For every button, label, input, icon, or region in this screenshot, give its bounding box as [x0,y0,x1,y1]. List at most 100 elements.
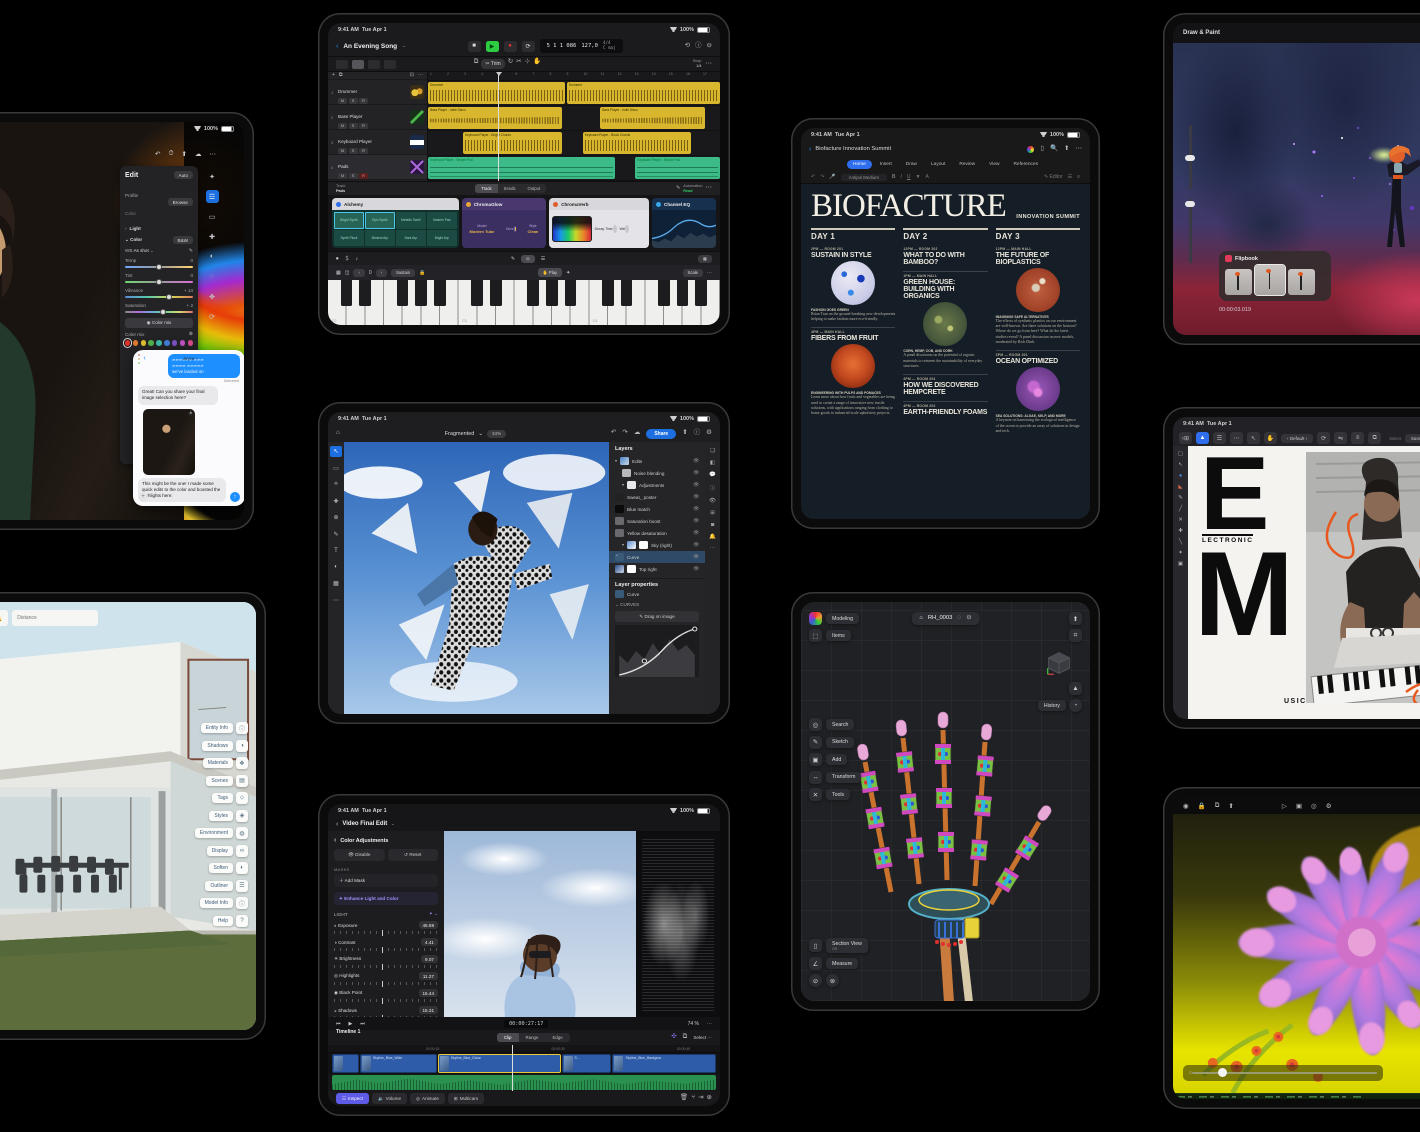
tags-icon[interactable]: ⬦ [236,792,248,804]
slider-value[interactable]: 45.59 [419,921,439,929]
camera-icon[interactable]: ◎ [1311,802,1317,810]
collapse-icon[interactable]: ⊡ [410,73,414,78]
type-tool[interactable]: T [330,545,342,556]
shadows-slider[interactable] [334,1016,438,1017]
visibility-icon[interactable]: 👁 [693,506,699,512]
record-enable-button[interactable]: R [359,98,368,105]
track-row-pads[interactable]: 4 Pads MSR [328,155,427,180]
section-view-icon[interactable]: ▯ [809,939,822,952]
contrast-slider[interactable] [334,948,438,951]
piano-keys[interactable]: C2 C3 C4 [328,280,720,325]
brush-tool[interactable]: ✎ [330,529,342,540]
add-button[interactable]: Add [826,754,847,765]
volume-button[interactable]: 🔉 Volume [372,1093,407,1104]
record-enable-button[interactable]: R [359,123,368,130]
share-button[interactable]: Share [646,429,676,439]
more-icon[interactable]: ⋯ [1230,432,1243,444]
cloud-icon[interactable]: ☁ [195,150,202,158]
tab-layout[interactable]: Layout [925,160,951,169]
ps-canvas[interactable] [344,442,609,714]
presets-icon[interactable]: ✦ [206,170,219,183]
font-color-icon[interactable]: A [926,174,929,180]
display-button[interactable]: Display [207,846,233,856]
menu-icon[interactable]: ☰ [1213,432,1226,444]
knobs-view-button[interactable]: ◎ [521,255,535,263]
visibility-icon[interactable]: 👁 [693,530,699,536]
layer-row[interactable]: Sweat_ poster👁 [609,491,705,503]
app-icon[interactable] [809,612,822,625]
back-chevron[interactable]: ‹ [809,146,811,153]
crop-tool[interactable]: ✕ [1178,517,1183,523]
song-title[interactable]: An Evening Song [343,43,397,50]
drag-on-image-button[interactable]: ✎ Drag on image [615,611,699,622]
record-enable-button[interactable]: R [359,148,368,155]
slider-knob[interactable] [1218,1068,1227,1077]
modeling-menu[interactable]: Modeling [826,613,859,624]
bold-button[interactable]: B [892,174,896,180]
bounce-icon[interactable]: ⊹ [525,59,530,69]
loop-icon[interactable]: ↻ [508,59,513,69]
solo-button[interactable]: S [349,173,358,180]
layer-row[interactable]: Yellow desaturation👁 [609,527,705,539]
units-icon[interactable]: ⌗ [1069,629,1082,642]
document-title[interactable]: Fragmented ⌄ 34% [445,430,506,438]
view-cube[interactable] [1046,650,1072,676]
editor-button[interactable]: ✎ Editor [1044,174,1063,180]
layer-row[interactable]: Noise blending👁 [609,467,705,479]
more-tools[interactable]: ⋯ [330,595,342,606]
lock-icon[interactable]: 🔒 [1198,802,1206,810]
wet-knob[interactable] [625,225,629,233]
soften-button[interactable]: Soften [209,863,233,873]
track-options-icon[interactable]: ⧉ [339,73,343,78]
line-tool[interactable]: ╱ [1179,506,1182,512]
share-icon[interactable]: ⬆ [182,150,187,158]
vector-brush-tool[interactable]: ◣ [1178,484,1182,490]
isolate-icon[interactable]: ⊘ [809,974,822,987]
add-attachment-button[interactable]: + [138,492,148,502]
video-clip[interactable]: Skyline_Blue_Wide [360,1054,437,1073]
tab-home[interactable]: Home [847,160,872,169]
versions-icon[interactable]: ⟳ [206,310,219,323]
mobile-view-icon[interactable]: ▯ [1040,146,1044,153]
minus-icon[interactable]: ⊖ [707,43,712,50]
history-icon[interactable]: ⏱ [168,150,173,158]
keyboard-view-button[interactable]: ▦ [698,255,712,263]
flipbook-frame-selected[interactable] [1255,265,1285,295]
add-icon[interactable]: ▣ [809,753,822,766]
window-controls[interactable] [138,354,140,364]
shape-tool[interactable]: ✚ [1178,528,1183,534]
visibility-icon[interactable]: 👁 [693,470,699,476]
slider-value[interactable]: 15.44 [419,989,439,997]
layer-row-selected[interactable]: ◔Curve👁 [609,551,705,563]
italic-button[interactable]: I [901,174,902,180]
node-tool-icon[interactable]: ✋ [1264,432,1277,444]
lock-icon[interactable]: 🔒 [419,270,425,276]
color-section[interactable]: ⌄ Color [125,237,142,243]
mute-button[interactable]: M [338,98,347,105]
gradient-tool[interactable]: ◐ [330,562,342,573]
chevron-down-icon[interactable]: ⌄ [391,822,394,826]
cloud-icon[interactable]: ☁ [634,430,641,437]
faders-icon[interactable]: ☰ [541,256,545,262]
back-chevron[interactable]: ‹ [336,43,338,50]
search-icon[interactable]: 🔍 [1050,146,1058,153]
dictate-icon[interactable]: 🎤 [829,174,835,180]
more-icon[interactable]: ⋯ [418,73,423,78]
measurement-input[interactable] [12,610,98,626]
inspect-button[interactable]: ☷ Inspect [336,1093,369,1104]
layer-row[interactable]: Top right👁 [609,563,705,575]
tab-references[interactable]: References [1007,160,1044,169]
keys-icon[interactable]: ▦ [336,270,341,276]
search-button[interactable]: Search [826,719,854,730]
trim-tool[interactable]: ✂ Trim [481,59,504,69]
solo-button[interactable]: S [349,123,358,130]
wb-control[interactable]: WB As shot ⌄ [125,248,154,254]
video-clip[interactable]: Skyline_Blue_Backgrou [612,1054,716,1073]
add-mask-button[interactable]: ＋ Add Mask [334,874,438,887]
fill-tool[interactable]: ● [1179,473,1182,479]
message-photo-attachment[interactable]: ✕ [143,409,195,475]
hide-icon[interactable]: ⊗ [826,974,839,987]
mask-icon[interactable]: ◙ [711,522,714,528]
facetime-icon[interactable]: ▣ [234,356,240,362]
playhead[interactable] [512,1045,513,1091]
